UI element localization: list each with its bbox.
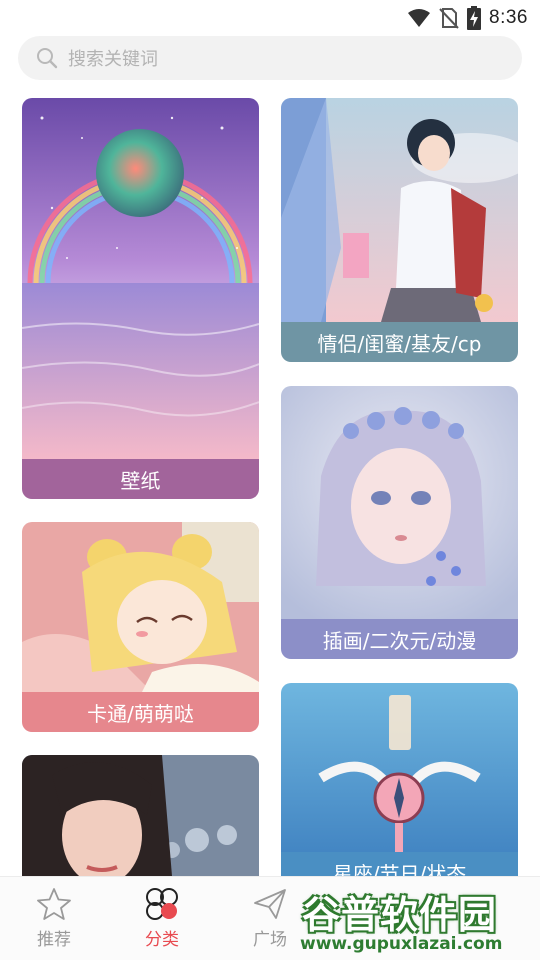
- category-label: 插画/二次元/动漫: [281, 619, 518, 659]
- watermark-title: 谷普软件园: [302, 893, 498, 937]
- send-icon: [254, 889, 286, 919]
- nav-label: 分类: [145, 930, 179, 950]
- category-card-couple[interactable]: 情侣/闺蜜/基友/cp: [281, 98, 518, 362]
- category-card-cartoon[interactable]: 卡通/萌萌哒: [22, 522, 259, 732]
- status-bar: 8:36: [0, 0, 540, 36]
- constellation-image: [281, 683, 518, 876]
- wallpaper-image: [22, 98, 259, 459]
- nav-label: 广场: [253, 930, 287, 950]
- watermark-url: www.gupuxlazai.com: [300, 934, 503, 954]
- cartoon-image: [22, 522, 259, 692]
- people-image: [22, 755, 259, 876]
- category-card-illustration[interactable]: 插画/二次元/动漫: [281, 386, 518, 659]
- category-card-constellation[interactable]: 星座/节日/状态: [281, 683, 518, 876]
- nav-item-recommend[interactable]: 推荐: [19, 887, 89, 950]
- wifi-icon: [408, 9, 431, 27]
- category-label: 卡通/萌萌哒: [22, 692, 259, 732]
- status-time: 8:36: [489, 7, 528, 28]
- search-icon: [37, 48, 58, 69]
- category-label: 壁纸: [22, 459, 259, 499]
- couple-image: [281, 98, 518, 322]
- category-label: 星座/节日/状态: [281, 852, 518, 876]
- category-card-people[interactable]: [22, 755, 259, 876]
- illustration-image: [281, 386, 518, 619]
- nav-item-category[interactable]: 分类: [127, 887, 197, 950]
- battery-charging-icon: [467, 6, 482, 30]
- category-icon: [146, 888, 178, 920]
- nav-label: 推荐: [37, 930, 71, 950]
- category-card-wallpaper[interactable]: 壁纸: [22, 98, 259, 499]
- search-placeholder: 搜索关键词: [68, 49, 158, 70]
- watermark: 谷普软件园 www.gupuxlazai.com: [294, 884, 540, 960]
- no-sim-icon: [439, 8, 459, 29]
- star-icon: [37, 888, 71, 920]
- category-label: 情侣/闺蜜/基友/cp: [281, 322, 518, 362]
- search-input[interactable]: 搜索关键词: [18, 36, 522, 80]
